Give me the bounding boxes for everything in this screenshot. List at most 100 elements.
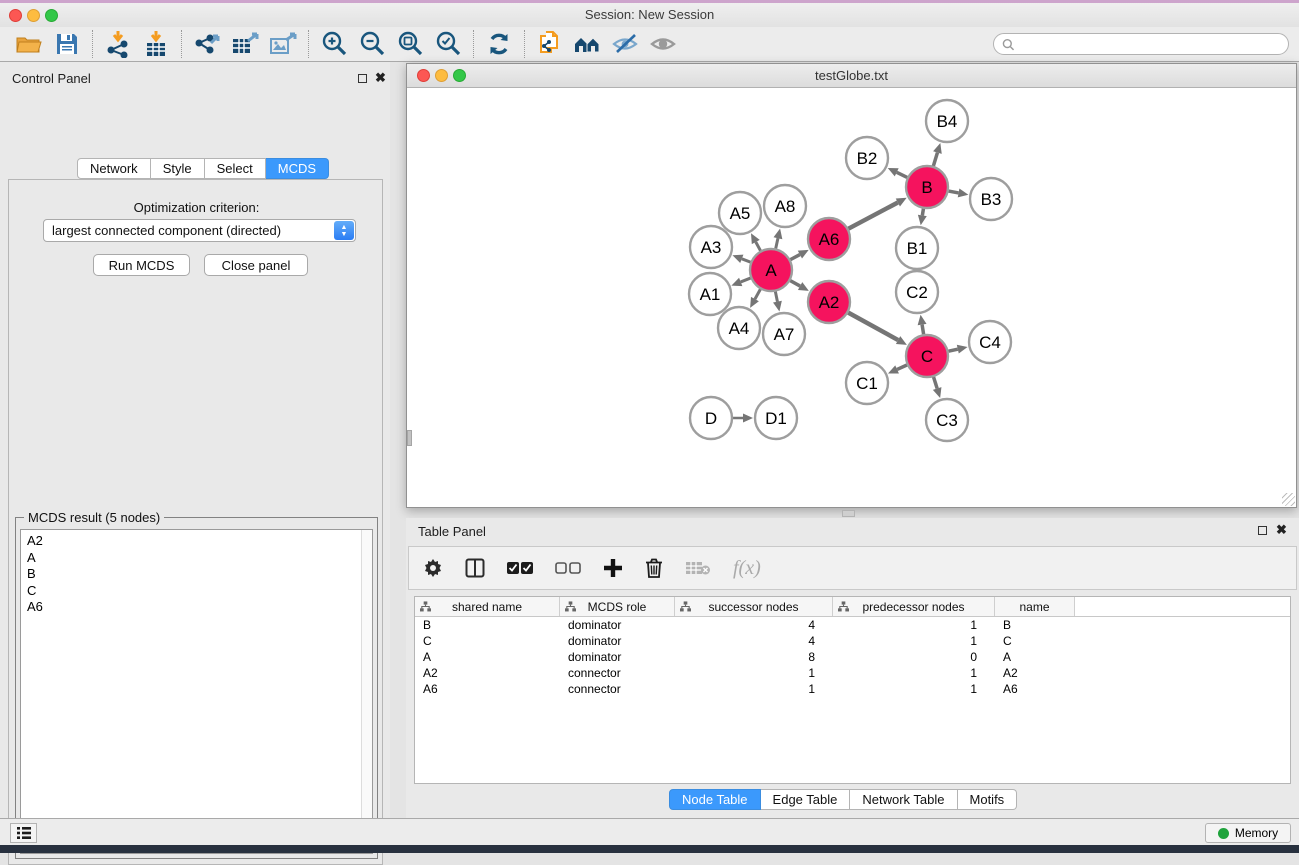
float-panel-icon[interactable] bbox=[1258, 526, 1267, 535]
control-panel-title: Control Panel bbox=[12, 71, 91, 86]
run-mcds-button[interactable]: Run MCDS bbox=[93, 254, 190, 276]
result-item[interactable]: A6 bbox=[21, 599, 372, 616]
edge-A-A7[interactable] bbox=[775, 292, 777, 302]
column-header-predecessor-nodes[interactable]: predecessor nodes bbox=[833, 597, 995, 616]
minimize-traffic-light[interactable] bbox=[27, 9, 40, 22]
open-file-button[interactable] bbox=[10, 29, 48, 59]
tab-network-table[interactable]: Network Table bbox=[850, 789, 957, 810]
edge-A-A8[interactable] bbox=[776, 238, 778, 248]
export-network-button[interactable] bbox=[188, 29, 226, 59]
column-header-MCDS-role[interactable]: MCDS role bbox=[560, 597, 675, 616]
edge-C-C4[interactable] bbox=[948, 349, 957, 351]
node-label: A8 bbox=[775, 197, 796, 216]
edge-B-B3[interactable] bbox=[949, 191, 959, 193]
result-scrollbar[interactable] bbox=[361, 530, 372, 853]
result-item[interactable]: B bbox=[21, 566, 372, 583]
zoom-selected-button[interactable] bbox=[429, 29, 467, 59]
tab-mcds[interactable]: MCDS bbox=[266, 158, 329, 179]
maximize-traffic-light[interactable] bbox=[45, 9, 58, 22]
close-traffic-light[interactable] bbox=[417, 69, 430, 82]
table-row[interactable]: Cdominator41C bbox=[415, 633, 1290, 649]
table-row[interactable]: Adominator80A bbox=[415, 649, 1290, 665]
task-history-button[interactable] bbox=[10, 823, 37, 843]
split-columns-button[interactable] bbox=[465, 558, 485, 578]
tab-edge-table[interactable]: Edge Table bbox=[761, 789, 851, 810]
edge-A-A1[interactable] bbox=[741, 278, 751, 282]
hide-details-button[interactable] bbox=[607, 29, 645, 59]
import-network-icon bbox=[105, 30, 131, 58]
import-table-button[interactable] bbox=[137, 29, 175, 59]
export-image-button[interactable] bbox=[264, 29, 302, 59]
table-panel-title: Table Panel bbox=[418, 524, 486, 539]
window-resize-grip[interactable] bbox=[1282, 493, 1295, 506]
maximize-traffic-light[interactable] bbox=[453, 69, 466, 82]
deselect-all-button[interactable] bbox=[555, 561, 581, 575]
float-panel-icon[interactable] bbox=[358, 74, 367, 83]
tab-network[interactable]: Network bbox=[77, 158, 151, 179]
network-window-titlebar[interactable]: testGlobe.txt bbox=[407, 64, 1296, 88]
select-all-button[interactable] bbox=[507, 561, 533, 575]
search-input[interactable] bbox=[1014, 37, 1280, 51]
delete-table-button[interactable] bbox=[685, 559, 711, 577]
refresh-button[interactable] bbox=[480, 29, 518, 59]
panel-splitter-handle[interactable] bbox=[842, 510, 855, 517]
edge-B-B4[interactable] bbox=[933, 153, 937, 166]
canvas-side-handle[interactable] bbox=[407, 430, 412, 446]
table-cell: 1 bbox=[675, 681, 833, 697]
tab-motifs[interactable]: Motifs bbox=[958, 789, 1018, 810]
column-header-name[interactable]: name bbox=[995, 597, 1075, 616]
result-item[interactable]: A bbox=[21, 550, 372, 567]
edge-C-C2[interactable] bbox=[922, 325, 924, 335]
import-network-button[interactable] bbox=[99, 29, 137, 59]
add-column-button[interactable] bbox=[603, 558, 623, 578]
minimize-traffic-light[interactable] bbox=[435, 69, 448, 82]
table-row[interactable]: Bdominator41B bbox=[415, 617, 1290, 633]
result-item[interactable]: C bbox=[21, 583, 372, 600]
refresh-icon bbox=[486, 31, 512, 57]
table-row[interactable]: A2connector11A2 bbox=[415, 665, 1290, 681]
criterion-dropdown[interactable]: largest connected component (directed) ▲… bbox=[43, 219, 356, 242]
edge-A-A3[interactable] bbox=[742, 259, 751, 262]
column-header-successor-nodes[interactable]: successor nodes bbox=[675, 597, 833, 616]
memory-button[interactable]: Memory bbox=[1205, 823, 1291, 843]
mcds-result-list[interactable]: A2ABCA6 bbox=[20, 529, 373, 854]
edge-B-B2[interactable] bbox=[897, 172, 907, 177]
tab-style[interactable]: Style bbox=[151, 158, 205, 179]
edge-A-A2[interactable] bbox=[790, 281, 800, 286]
edge-B-B1[interactable] bbox=[922, 209, 923, 216]
edge-A-A5[interactable] bbox=[756, 242, 761, 251]
zoom-in-button[interactable] bbox=[315, 29, 353, 59]
table-row[interactable]: A6connector11A6 bbox=[415, 681, 1290, 697]
edge-C-C3[interactable] bbox=[934, 377, 938, 389]
tab-node-table[interactable]: Node Table bbox=[669, 789, 761, 810]
duplicate-network-button[interactable] bbox=[531, 29, 569, 59]
network-canvas[interactable]: B4B2BB3A8A5A6A3B1AC2A1A2A4A7C4CC1C3DD1 bbox=[407, 89, 1296, 507]
gear-button[interactable] bbox=[423, 558, 443, 578]
close-panel-button[interactable]: Close panel bbox=[204, 254, 308, 276]
node-table[interactable]: shared nameMCDS rolesuccessor nodesprede… bbox=[414, 596, 1291, 784]
export-table-button[interactable] bbox=[226, 29, 264, 59]
mcds-result-title: MCDS result (5 nodes) bbox=[24, 510, 164, 525]
edge-A2-C[interactable] bbox=[848, 313, 898, 340]
zoom-fit-button[interactable] bbox=[391, 29, 429, 59]
node-label: C2 bbox=[906, 283, 928, 302]
close-panel-icon[interactable]: ✖ bbox=[375, 70, 386, 86]
zoom-out-button[interactable] bbox=[353, 29, 391, 59]
result-item[interactable]: A2 bbox=[21, 533, 372, 550]
column-header-shared-name[interactable]: shared name bbox=[415, 597, 560, 616]
toolbar-separator bbox=[308, 30, 309, 58]
save-session-button[interactable] bbox=[48, 29, 86, 59]
edge-A-A4[interactable] bbox=[755, 289, 760, 299]
tab-select[interactable]: Select bbox=[205, 158, 266, 179]
show-details-button[interactable] bbox=[645, 29, 683, 59]
search-box[interactable] bbox=[993, 33, 1289, 55]
close-panel-icon[interactable]: ✖ bbox=[1276, 522, 1287, 538]
edge-A-A6[interactable] bbox=[790, 255, 799, 260]
column-header-filler bbox=[1075, 597, 1290, 616]
delete-button[interactable] bbox=[645, 558, 663, 578]
edge-A6-B[interactable] bbox=[848, 202, 897, 228]
first-neighbors-button[interactable] bbox=[569, 29, 607, 59]
close-traffic-light[interactable] bbox=[9, 9, 22, 22]
function-builder-button[interactable]: f(x) bbox=[733, 557, 761, 580]
edge-C-C1[interactable] bbox=[897, 365, 907, 369]
